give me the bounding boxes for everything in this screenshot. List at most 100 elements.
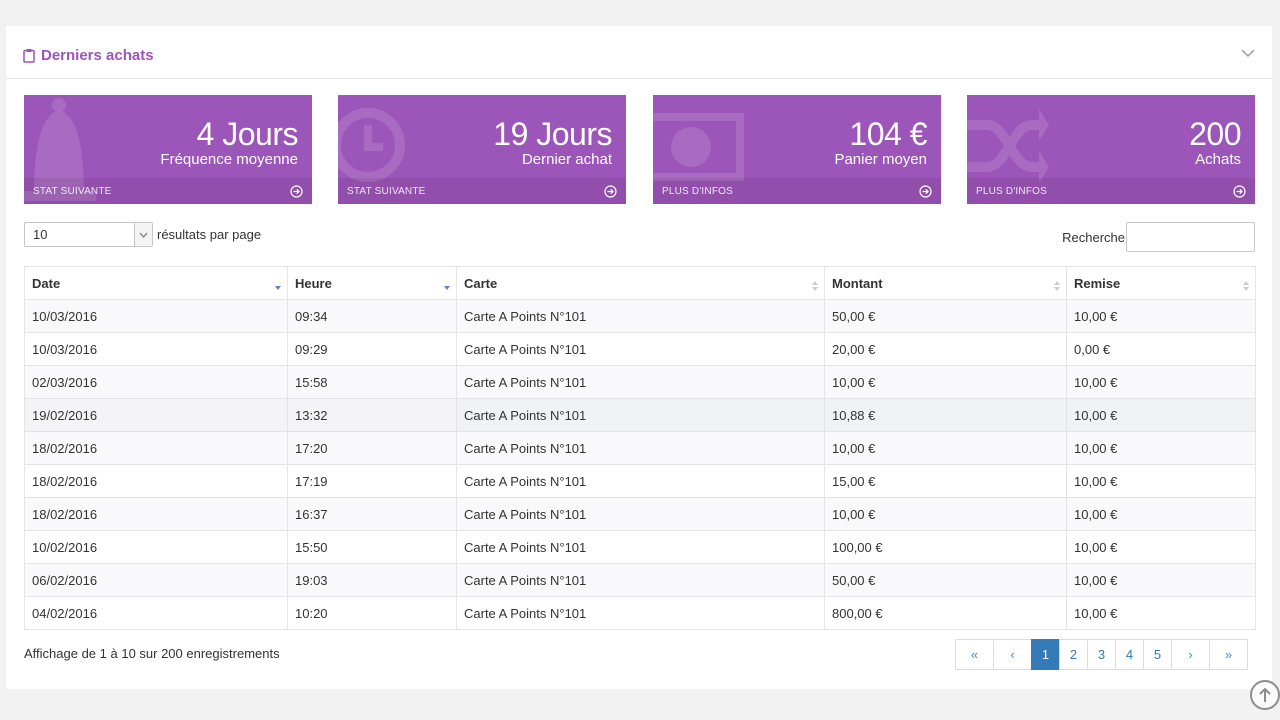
cell-montant: 15,00 € <box>824 464 1067 498</box>
cell-remise: 10,00 € <box>1066 464 1256 498</box>
sort-desc-icon <box>275 286 281 290</box>
clipboard-icon <box>23 48 35 63</box>
table-row[interactable]: 04/02/2016 10:20 Carte A Points N°101 800,0… <box>24 596 1256 630</box>
panel-title-text: Derniers achats <box>41 46 154 64</box>
stat-card-purchases: 200 Achats Plus d'infos <box>967 95 1255 204</box>
pagination-first-button[interactable]: « <box>955 639 994 670</box>
sort-desc-icon <box>444 286 450 290</box>
sort-both-icon <box>1054 281 1060 291</box>
cell-date: 10/03/2016 <box>24 299 288 333</box>
stat-card-frequency: 4 Jours Fréquence moyenne Stat suivante <box>24 95 312 204</box>
stat-footer-link[interactable]: Plus d'infos <box>653 178 941 204</box>
cell-date: 02/03/2016 <box>24 365 288 399</box>
table-row[interactable]: 18/02/2016 16:37 Carte A Points N°101 10,00… <box>24 497 1256 531</box>
column-header-label: Date <box>32 275 61 291</box>
stat-label: Achats <box>1195 151 1241 168</box>
stat-footer-link[interactable]: Plus d'infos <box>967 178 1255 204</box>
stat-label: Dernier achat <box>521 151 612 168</box>
cell-carte: Carte A Points N°101 <box>456 332 825 366</box>
cell-remise: 10,00 € <box>1066 497 1256 531</box>
chevron-down-icon <box>134 223 152 246</box>
cell-heure: 15:50 <box>287 530 457 564</box>
stat-footer-link[interactable]: Stat suivante <box>24 178 312 204</box>
cell-carte: Carte A Points N°101 <box>456 431 825 465</box>
arrow-circle-right-icon <box>919 184 932 198</box>
stat-label: Panier moyen <box>834 151 927 168</box>
cell-heure: 10:20 <box>287 596 457 630</box>
cell-remise: 10,00 € <box>1066 563 1256 597</box>
search-input[interactable] <box>1126 222 1255 252</box>
cell-remise: 10,00 € <box>1066 431 1256 465</box>
stat-footer-link[interactable]: Stat suivante <box>338 178 626 204</box>
purchases-table: Date Heure Carte Montant Remise 10/03/20… <box>24 266 1256 630</box>
cell-carte: Carte A Points N°101 <box>456 398 825 432</box>
pagination-page-button[interactable]: 5 <box>1143 639 1172 670</box>
cell-date: 04/02/2016 <box>24 596 288 630</box>
page-length-label: résultats par page <box>157 227 262 242</box>
column-header-label: Montant <box>832 275 883 291</box>
stat-value: 104 € <box>849 116 927 152</box>
cell-carte: Carte A Points N°101 <box>456 497 825 531</box>
column-header-heure[interactable]: Heure <box>287 266 457 300</box>
table-row[interactable]: 19/02/2016 13:32 Carte A Points N°101 10,88… <box>24 398 1256 432</box>
stat-footer-text: Stat suivante <box>347 185 426 197</box>
search-control: Recherche <box>1062 222 1255 252</box>
stat-value: 4 Jours <box>196 116 299 152</box>
column-header-date[interactable]: Date <box>24 266 288 300</box>
pagination-page-button[interactable]: 4 <box>1115 639 1144 670</box>
cell-carte: Carte A Points N°101 <box>456 530 825 564</box>
table-row[interactable]: 10/03/2016 09:34 Carte A Points N°101 50,00… <box>24 299 1256 333</box>
column-header-label: Heure <box>295 275 332 291</box>
table-row[interactable]: 10/02/2016 15:50 Carte A Points N°101 100,0… <box>24 530 1256 564</box>
cell-date: 06/02/2016 <box>24 563 288 597</box>
stat-footer-text: Plus d'infos <box>976 185 1047 197</box>
cell-heure: 19:03 <box>287 563 457 597</box>
page-length-select[interactable]: 10 <box>24 222 153 247</box>
cell-date: 10/02/2016 <box>24 530 288 564</box>
cell-date: 18/02/2016 <box>24 464 288 498</box>
cell-heure: 15:58 <box>287 365 457 399</box>
stat-value: 19 Jours <box>493 116 612 152</box>
cell-carte: Carte A Points N°101 <box>456 464 825 498</box>
pagination-last-button[interactable]: » <box>1209 639 1248 670</box>
column-header-remise[interactable]: Remise <box>1066 266 1256 300</box>
cell-montant: 100,00 € <box>824 530 1067 564</box>
cell-carte: Carte A Points N°101 <box>456 365 825 399</box>
cell-remise: 10,00 € <box>1066 530 1256 564</box>
scroll-to-top-button[interactable] <box>1250 680 1280 710</box>
sort-both-icon <box>1243 281 1249 291</box>
column-header-montant[interactable]: Montant <box>824 266 1067 300</box>
table-row[interactable]: 06/02/2016 19:03 Carte A Points N°101 50,00… <box>24 563 1256 597</box>
page-length-value: 10 <box>33 227 48 242</box>
pagination-page-button[interactable]: 3 <box>1087 639 1116 670</box>
chevron-down-icon[interactable] <box>1240 46 1256 60</box>
panel-header: Derniers achats <box>6 26 1272 79</box>
cell-heure: 16:37 <box>287 497 457 531</box>
table-row[interactable]: 02/03/2016 15:58 Carte A Points N°101 10,00… <box>24 365 1256 399</box>
pagination-previous-button[interactable]: ‹ <box>993 639 1032 670</box>
table-row[interactable]: 18/02/2016 17:20 Carte A Points N°101 10,00… <box>24 431 1256 465</box>
table-row[interactable]: 10/03/2016 09:29 Carte A Points N°101 20,00… <box>24 332 1256 366</box>
column-header-label: Carte <box>464 275 498 291</box>
cell-montant: 20,00 € <box>824 332 1067 366</box>
stat-footer-text: Plus d'infos <box>662 185 733 197</box>
cell-date: 19/02/2016 <box>24 398 288 432</box>
stat-card-average-basket: 104 € Panier moyen Plus d'infos <box>653 95 941 204</box>
cell-heure: 13:32 <box>287 398 457 432</box>
search-label: Recherche <box>1062 229 1125 245</box>
cell-heure: 09:34 <box>287 299 457 333</box>
stat-footer-text: Stat suivante <box>33 185 112 197</box>
pagination-page-button[interactable]: 1 <box>1031 639 1060 670</box>
pagination-page-button[interactable]: 2 <box>1059 639 1088 670</box>
arrow-circle-right-icon <box>604 184 617 198</box>
sort-both-icon <box>812 281 818 291</box>
cell-montant: 10,00 € <box>824 365 1067 399</box>
column-header-carte[interactable]: Carte <box>456 266 825 300</box>
cell-heure: 17:20 <box>287 431 457 465</box>
pagination-next-button[interactable]: › <box>1171 639 1210 670</box>
cell-carte: Carte A Points N°101 <box>456 596 825 630</box>
table-row[interactable]: 18/02/2016 17:19 Carte A Points N°101 15,00… <box>24 464 1256 498</box>
arrow-up-icon <box>1259 687 1271 702</box>
cell-remise: 10,00 € <box>1066 398 1256 432</box>
cell-montant: 10,88 € <box>824 398 1067 432</box>
